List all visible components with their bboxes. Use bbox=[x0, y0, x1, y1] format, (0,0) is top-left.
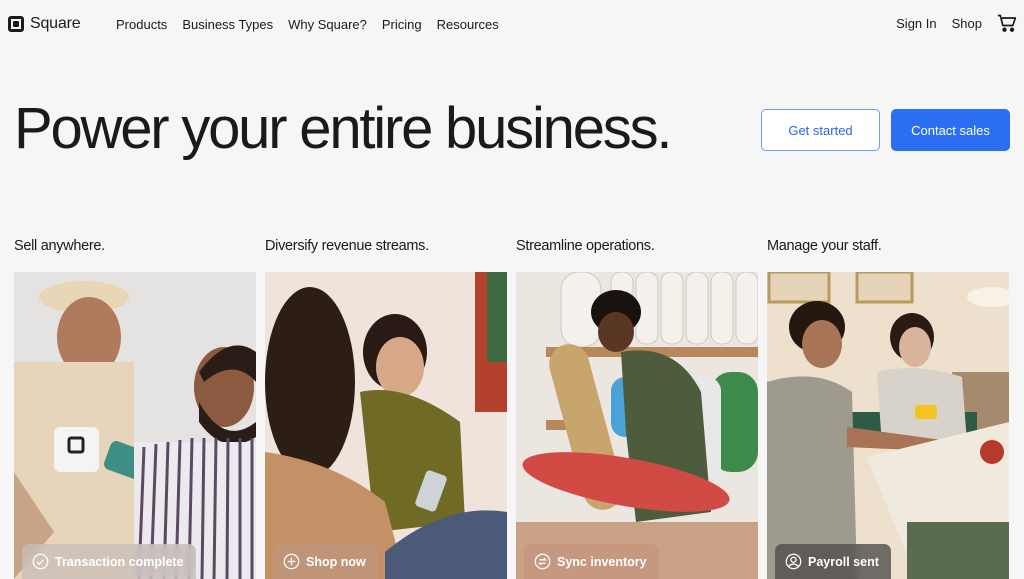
shop-now-chip[interactable]: Shop now bbox=[273, 544, 378, 579]
sync-circle-icon bbox=[534, 553, 551, 570]
feature-title: Manage your staff. bbox=[767, 238, 882, 254]
chip-label: Payroll sent bbox=[808, 554, 879, 569]
barber-payment-photo: Transaction complete bbox=[14, 272, 256, 579]
payroll-sent-chip[interactable]: Payroll sent bbox=[775, 544, 891, 579]
sync-inventory-chip[interactable]: Sync inventory bbox=[524, 544, 659, 579]
nav-pricing[interactable]: Pricing bbox=[382, 17, 422, 32]
nav-links: Products Business Types Why Square? Pric… bbox=[116, 17, 499, 32]
nav-why-square[interactable]: Why Square? bbox=[288, 17, 367, 32]
shop-link[interactable]: Shop bbox=[952, 16, 982, 31]
skateboard-shop-photo: Sync inventory bbox=[516, 272, 758, 579]
check-circle-icon bbox=[32, 553, 49, 570]
sign-in-link[interactable]: Sign In bbox=[896, 16, 936, 31]
feature-diversify-revenue: Diversify revenue streams. Shop now bbox=[265, 238, 507, 579]
shopping-phone-photo: Shop now bbox=[265, 272, 507, 579]
transaction-complete-chip[interactable]: Transaction complete bbox=[22, 544, 196, 579]
feature-manage-staff: Manage your staff. Payroll sent bbox=[767, 238, 1009, 579]
chip-label: Sync inventory bbox=[557, 554, 647, 569]
top-nav: Square Products Business Types Why Squar… bbox=[0, 0, 1024, 50]
photo-illustration bbox=[265, 272, 507, 579]
feature-sell-anywhere: Sell anywhere. Transaction complete bbox=[14, 238, 256, 579]
photo-illustration bbox=[767, 272, 1009, 579]
feature-title: Diversify revenue streams. bbox=[265, 238, 429, 254]
contact-sales-button[interactable]: Contact sales bbox=[891, 109, 1010, 151]
user-circle-icon bbox=[785, 553, 802, 570]
photo-illustration bbox=[14, 272, 256, 579]
nav-right: Sign In Shop bbox=[896, 13, 1017, 33]
nav-resources[interactable]: Resources bbox=[437, 17, 499, 32]
nav-products[interactable]: Products bbox=[116, 17, 167, 32]
nav-business-types[interactable]: Business Types bbox=[182, 17, 273, 32]
hero-title: Power your entire business. bbox=[14, 96, 672, 161]
feature-title: Sell anywhere. bbox=[14, 238, 105, 254]
square-logo-icon bbox=[8, 16, 24, 32]
feature-streamline-operations: Streamline operations. Sync inventory bbox=[516, 238, 758, 579]
cafe-staff-photo: Payroll sent bbox=[767, 272, 1009, 579]
plus-circle-icon bbox=[283, 553, 300, 570]
square-logo[interactable]: Square bbox=[8, 15, 81, 33]
chip-label: Shop now bbox=[306, 554, 366, 569]
cart-icon[interactable] bbox=[997, 13, 1017, 33]
brand-name: Square bbox=[30, 15, 81, 32]
photo-illustration bbox=[516, 272, 758, 579]
get-started-button[interactable]: Get started bbox=[761, 109, 880, 151]
chip-label: Transaction complete bbox=[55, 554, 184, 569]
feature-title: Streamline operations. bbox=[516, 238, 655, 254]
